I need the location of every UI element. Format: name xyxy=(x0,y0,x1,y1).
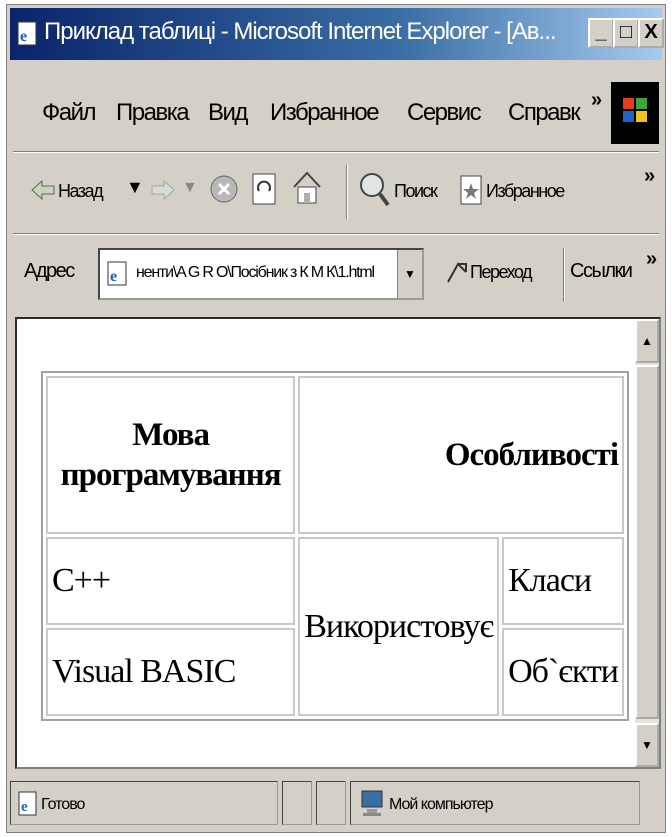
toolbar-overflow-chevron-icon[interactable]: » xyxy=(644,165,655,188)
menu-file[interactable]: Файл xyxy=(42,99,97,127)
back-dropdown-icon[interactable]: ▼ xyxy=(126,177,144,198)
menu-overflow-chevron-icon[interactable]: » xyxy=(591,89,602,112)
header-features: Особливості xyxy=(298,376,624,534)
example-table: Мова програмування Особливості C++ Викор… xyxy=(41,371,629,721)
browser-window: e Приклад таблиці - Microsoft Internet E… xyxy=(6,4,666,833)
links-overflow-chevron-icon[interactable]: » xyxy=(646,248,657,271)
status-zone: Мой компьютер xyxy=(389,796,493,813)
status-bar: e Готово Мой компьютер xyxy=(10,775,662,831)
table-row: Мова програмування Особливості xyxy=(46,376,624,534)
scrollbar-thumb[interactable] xyxy=(635,365,659,719)
search-button[interactable]: Поиск xyxy=(394,181,438,202)
address-dropdown-icon[interactable]: ▼ xyxy=(397,250,422,298)
windows-logo-icon xyxy=(611,82,659,144)
vertical-scrollbar[interactable]: ▲ ▼ xyxy=(635,319,659,767)
back-arrow-icon[interactable] xyxy=(30,177,56,203)
status-main-cell: e Готово xyxy=(10,781,278,825)
menu-view[interactable]: Вид xyxy=(208,99,248,127)
status-zone-cell: Мой компьютер xyxy=(350,781,640,825)
menu-favorites[interactable]: Избранное xyxy=(270,99,380,127)
address-bar: Адрес e ненти\A G R O\Посібник з К М К\1… xyxy=(10,238,662,310)
svg-text:e: e xyxy=(20,28,27,45)
menu-edit[interactable]: Правка xyxy=(116,99,190,127)
menu-help[interactable]: Справк xyxy=(508,99,581,127)
address-input[interactable]: e ненти\A G R O\Посібник з К М К\1.html … xyxy=(98,248,424,300)
toolbar-separator xyxy=(563,248,565,302)
go-button[interactable]: Переход xyxy=(470,262,533,283)
links-button[interactable]: Ссылки xyxy=(570,260,633,283)
scroll-down-arrow-icon[interactable]: ▼ xyxy=(635,723,659,767)
favorites-button[interactable]: Избранное xyxy=(486,181,565,202)
cell-classes: Класи xyxy=(502,537,624,625)
menu-bar: Файл Правка Вид Избранное Сервис Справк … xyxy=(10,75,662,147)
svg-text:e: e xyxy=(110,268,117,285)
computer-icon xyxy=(361,790,383,816)
ie-page-icon: e xyxy=(107,261,127,286)
toolbar-separator xyxy=(346,165,348,219)
cell-uses: Використовує xyxy=(298,537,500,716)
search-icon[interactable] xyxy=(356,169,392,209)
minimize-button[interactable]: _ xyxy=(588,18,614,48)
home-icon[interactable] xyxy=(290,169,324,207)
go-arrow-icon[interactable] xyxy=(446,260,468,286)
close-button[interactable]: X xyxy=(638,18,664,48)
scroll-up-arrow-icon[interactable]: ▲ xyxy=(635,319,659,363)
menu-tools[interactable]: Сервис xyxy=(407,99,482,127)
cell-cpp: C++ xyxy=(46,537,296,625)
back-button[interactable]: Назад xyxy=(58,181,104,202)
ie-page-icon: e xyxy=(17,21,37,46)
divider xyxy=(13,233,659,235)
status-cell xyxy=(282,781,312,825)
ie-page-icon: e xyxy=(18,791,37,816)
forward-dropdown-icon[interactable]: ▼ xyxy=(182,179,198,197)
address-value: ненти\A G R O\Посібник з К М К\1.html xyxy=(136,264,375,281)
header-language: Мова програмування xyxy=(46,376,296,534)
page-content[interactable]: Мова програмування Особливості C++ Викор… xyxy=(15,317,661,769)
status-cell xyxy=(316,781,346,825)
standard-toolbar: Назад ▼ ▼ Поиск Избранное » xyxy=(10,155,662,230)
title-bar: e Приклад таблиці - Microsoft Internet E… xyxy=(10,8,664,60)
favorites-icon[interactable] xyxy=(458,173,484,207)
cell-objects: Об`єкти xyxy=(502,628,624,716)
maximize-button[interactable]: □ xyxy=(613,18,639,48)
address-label: Адрес xyxy=(24,260,75,282)
cell-visual-basic: Visual BASIC xyxy=(46,628,296,716)
refresh-icon[interactable] xyxy=(250,171,278,207)
divider xyxy=(13,151,659,153)
svg-text:e: e xyxy=(21,799,28,815)
status-text: Готово xyxy=(41,796,85,813)
table-row: C++ Використовує Класи xyxy=(46,537,624,716)
forward-arrow-icon[interactable] xyxy=(150,177,176,203)
stop-icon[interactable] xyxy=(208,173,240,205)
window-title: Приклад таблиці - Microsoft Internet Exp… xyxy=(44,18,557,45)
